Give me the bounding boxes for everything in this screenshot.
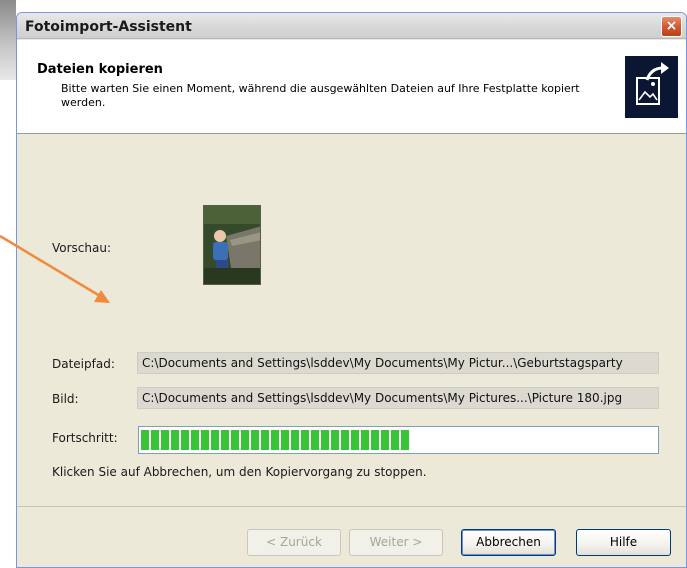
preview-thumbnail (203, 205, 261, 285)
title-bar[interactable]: Fotoimport-Assistent × (17, 13, 686, 39)
import-photo-icon (625, 56, 678, 118)
close-icon: × (665, 18, 678, 34)
filepath-field: C:\Documents and Settings\lsddev\My Docu… (137, 352, 659, 374)
step-description: Bitte warten Sie einen Moment, während d… (61, 82, 580, 109)
next-button[interactable]: Weiter > (349, 529, 443, 556)
window-title: Fotoimport-Assistent (25, 19, 192, 35)
progress-fill (141, 430, 409, 450)
image-label: Bild: (52, 392, 79, 406)
cancel-hint: Klicken Sie auf Abbrechen, um den Kopier… (52, 465, 427, 479)
cancel-button[interactable]: Abbrechen (461, 529, 556, 556)
step-title: Dateien kopieren (37, 62, 163, 77)
close-button[interactable]: × (661, 16, 682, 37)
back-button[interactable]: < Zurück (247, 529, 341, 556)
background-window-edge (0, 0, 16, 80)
wizard-header: Dateien kopieren Bitte warten Sie einen … (17, 40, 686, 134)
wizard-window: Fotoimport-Assistent × Dateien kopieren … (16, 12, 687, 568)
filepath-label: Dateipfad: (52, 357, 115, 371)
wizard-content: Vorschau: Dateipfad: C:\Documents and Se… (17, 135, 686, 505)
progress-bar (138, 426, 659, 454)
wizard-footer: < Zurück Weiter > Abbrechen Hilfe (17, 506, 686, 567)
help-button[interactable]: Hilfe (576, 529, 671, 556)
progress-label: Fortschritt: (52, 431, 118, 445)
preview-label: Vorschau: (52, 241, 112, 255)
image-field: C:\Documents and Settings\lsddev\My Docu… (137, 387, 659, 409)
